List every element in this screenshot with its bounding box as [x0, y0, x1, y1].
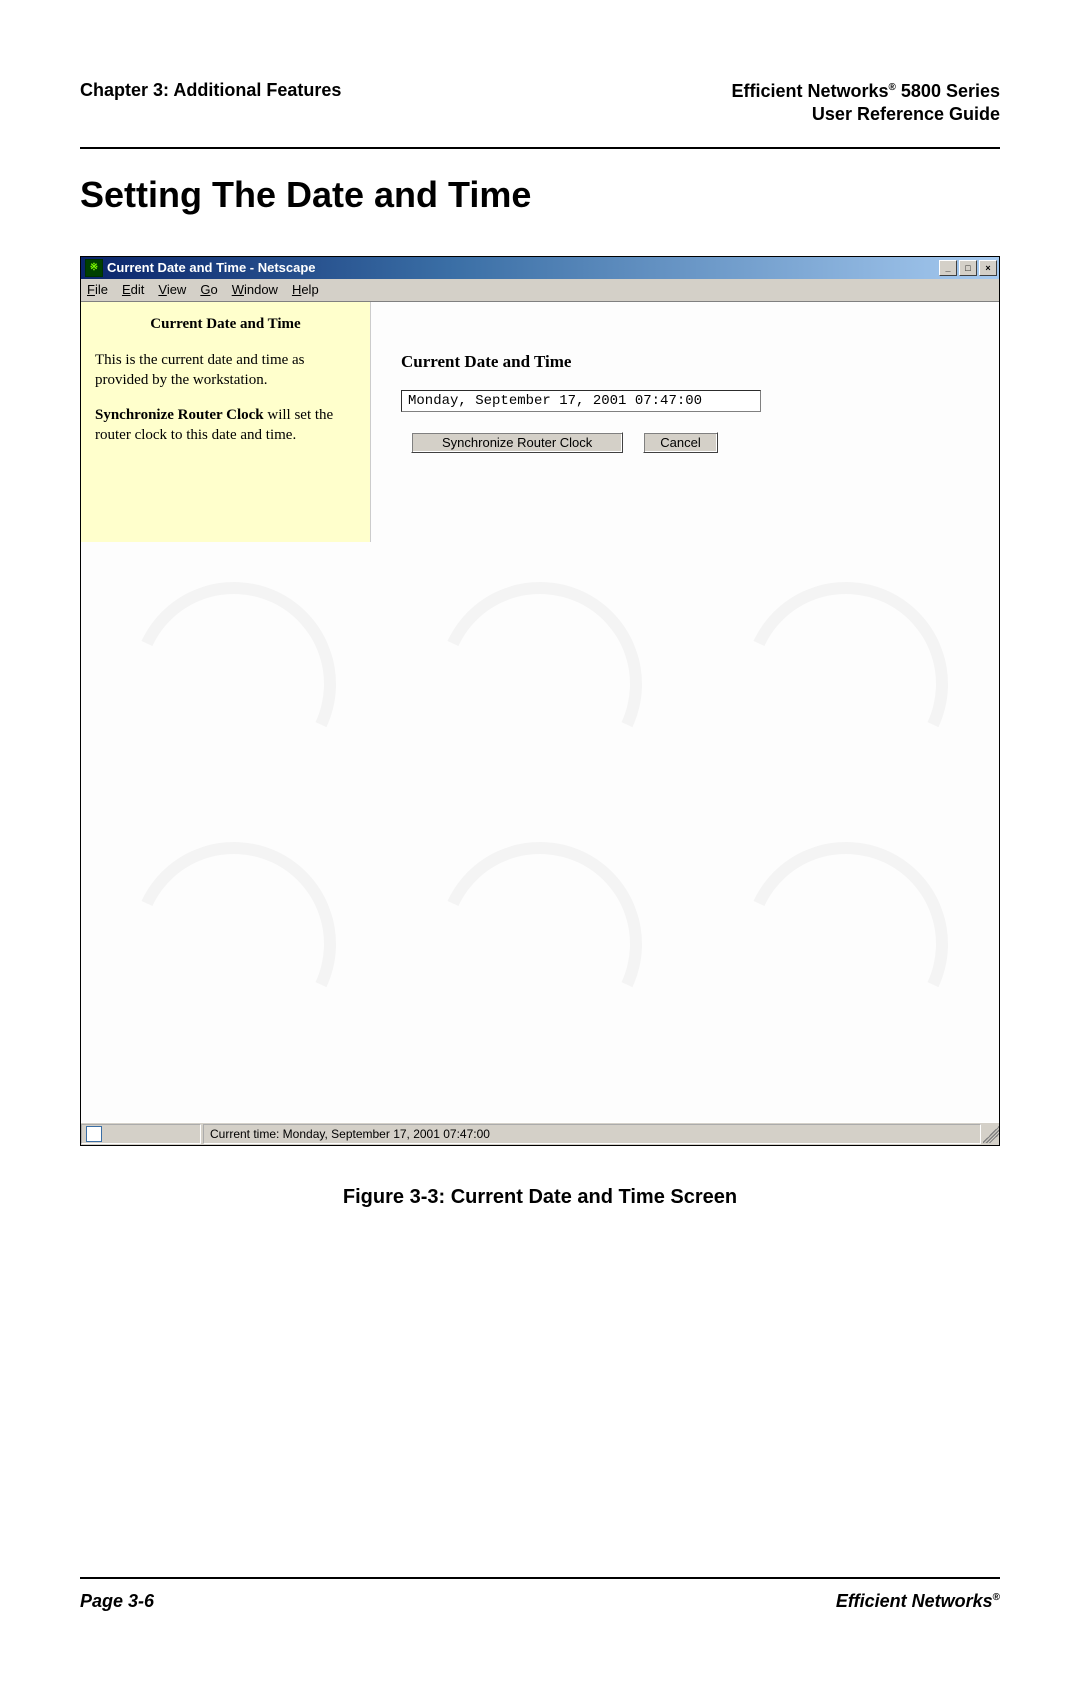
- status-text: Current time: Monday, September 17, 2001…: [203, 1124, 981, 1144]
- main-title: Current Date and Time: [401, 352, 979, 372]
- window-title: Current Date and Time - Netscape: [107, 260, 316, 275]
- document-icon: [86, 1126, 102, 1142]
- sidebar-title: Current Date and Time: [95, 314, 356, 334]
- product-label: Efficient Networks® 5800 Series User Ref…: [731, 80, 1000, 127]
- menu-window[interactable]: Window: [232, 282, 278, 297]
- page-footer: Page 3-6 Efficient Networks®: [80, 1577, 1000, 1612]
- maximize-button[interactable]: □: [959, 260, 977, 276]
- page-header: Chapter 3: Additional Features Efficient…: [80, 80, 1000, 127]
- close-button[interactable]: ×: [979, 260, 997, 276]
- cancel-button[interactable]: Cancel: [643, 432, 717, 453]
- header-rule: [80, 147, 1000, 149]
- minimize-button[interactable]: _: [939, 260, 957, 276]
- sidebar-panel: Current Date and Time This is the curren…: [81, 302, 371, 542]
- menu-bar: File Edit View Go Window Help: [81, 279, 999, 302]
- content-area: Current Date and Time This is the curren…: [81, 302, 999, 1122]
- section-title: Setting The Date and Time: [80, 174, 1000, 216]
- chapter-label: Chapter 3: Additional Features: [80, 80, 341, 101]
- status-bar: Current time: Monday, September 17, 2001…: [81, 1122, 999, 1145]
- menu-help[interactable]: Help: [292, 282, 319, 297]
- figure-caption: Figure 3-3: Current Date and Time Screen: [80, 1186, 1000, 1209]
- menu-view[interactable]: View: [158, 282, 186, 297]
- sync-router-clock-button[interactable]: Synchronize Router Clock: [411, 432, 623, 453]
- resize-grip[interactable]: [983, 1125, 999, 1143]
- footer-rule: [80, 1577, 1000, 1579]
- footer-brand: Efficient Networks®: [836, 1591, 1000, 1612]
- status-icon-segment: [81, 1124, 201, 1144]
- netscape-window: ※ Current Date and Time - Netscape _ □ ×…: [80, 256, 1000, 1146]
- sidebar-desc-1: This is the current date and time as pro…: [95, 350, 356, 391]
- sidebar-desc-2: Synchronize Router Clock will set the ro…: [95, 405, 356, 446]
- datetime-field[interactable]: Monday, September 17, 2001 07:47:00: [401, 390, 761, 412]
- main-pane: Current Date and Time Monday, September …: [371, 302, 999, 1122]
- netscape-icon: ※: [85, 259, 103, 277]
- menu-go[interactable]: Go: [200, 282, 217, 297]
- menu-file[interactable]: File: [87, 282, 108, 297]
- window-titlebar[interactable]: ※ Current Date and Time - Netscape _ □ ×: [81, 257, 999, 279]
- menu-edit[interactable]: Edit: [122, 282, 144, 297]
- page-number: Page 3-6: [80, 1591, 154, 1612]
